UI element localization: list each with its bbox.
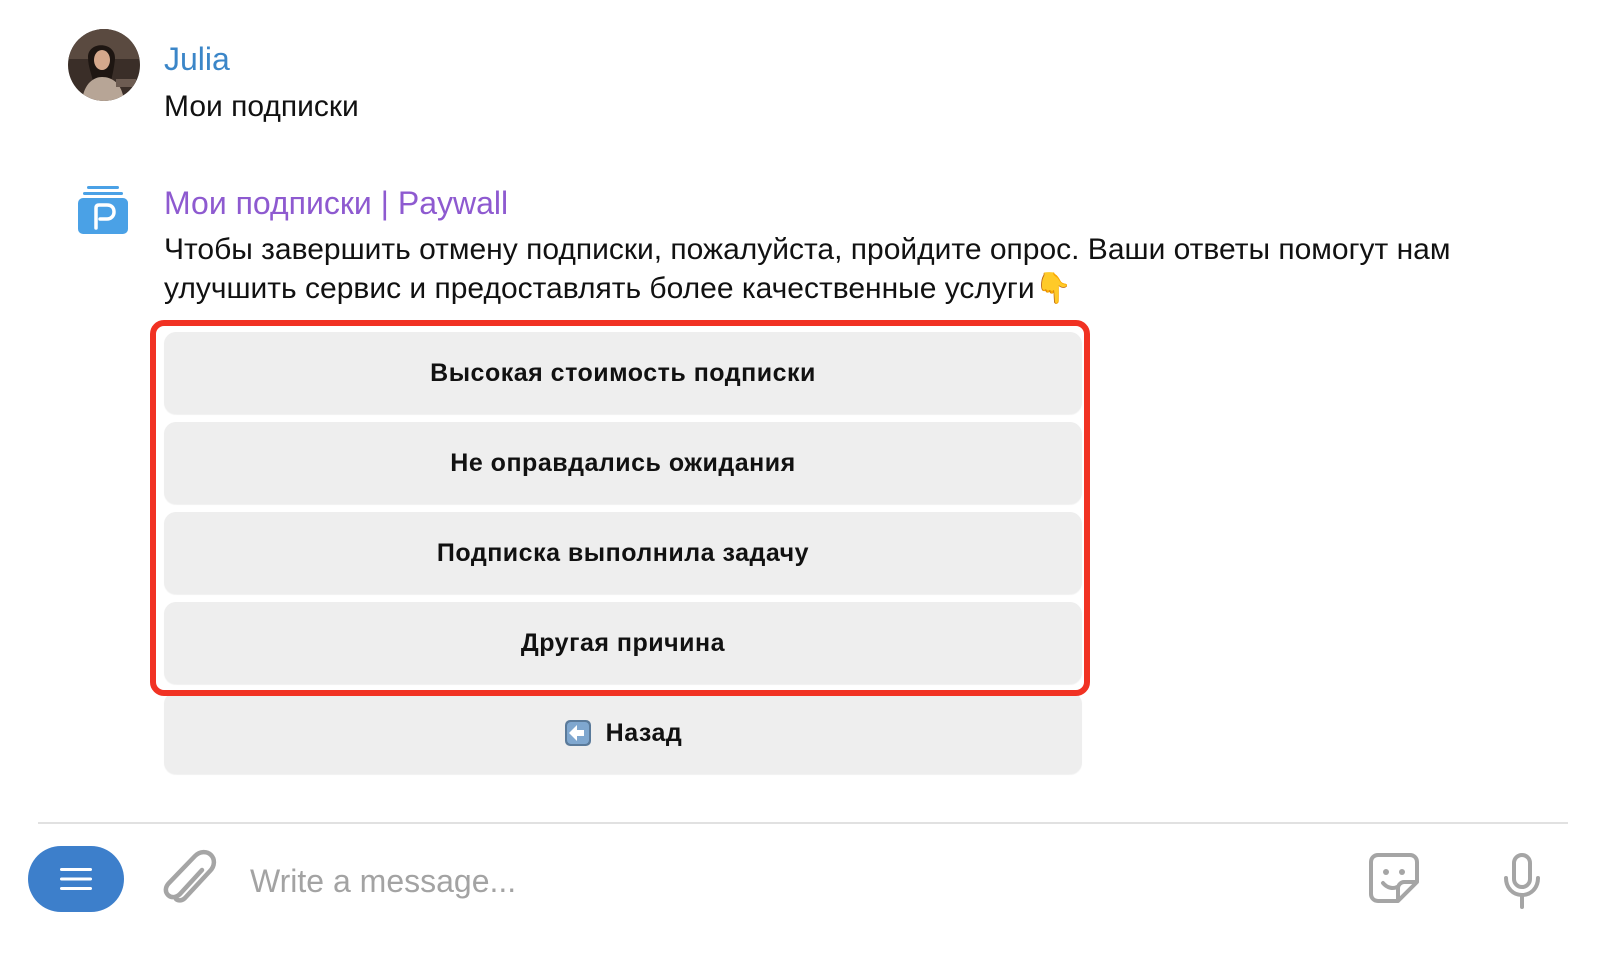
paperclip-icon: [163, 849, 217, 903]
bot-sender-name[interactable]: Мои подписки | Paywall: [164, 184, 508, 222]
menu-icon: [60, 868, 92, 890]
sticker-icon: [1369, 853, 1419, 903]
option-button-task-done[interactable]: Подписка выполнила задачу: [164, 512, 1082, 594]
back-button-label: Назад: [605, 718, 683, 747]
composer-divider: [38, 822, 1568, 824]
voice-message-button[interactable]: [1502, 852, 1542, 910]
user-message-text: Мои подписки: [164, 90, 359, 123]
option-button-high-cost[interactable]: Высокая стоимость подписки: [164, 332, 1082, 414]
option-button-expectations[interactable]: Не оправдались ожидания: [164, 422, 1082, 504]
bot-avatar-icon[interactable]: [78, 186, 128, 234]
inline-keyboard: Высокая стоимость подписки Не оправдалис…: [164, 332, 1082, 782]
bot-menu-button[interactable]: [28, 846, 124, 912]
user-avatar[interactable]: [68, 29, 140, 101]
message-input[interactable]: [250, 858, 1340, 904]
option-button-other-reason[interactable]: Другая причина: [164, 602, 1082, 684]
chat-view: Julia Мои подписки Мои подписки | Paywal…: [0, 0, 1600, 956]
back-arrow-emoji-icon: [564, 719, 592, 747]
sticker-button[interactable]: [1368, 852, 1420, 904]
microphone-icon: [1504, 853, 1540, 909]
user-sender-name[interactable]: Julia: [164, 40, 230, 78]
back-button[interactable]: Назад: [164, 692, 1082, 774]
bot-message-text: Чтобы завершить отмену подписки, пожалуй…: [164, 233, 1451, 305]
attach-button[interactable]: [160, 848, 218, 912]
